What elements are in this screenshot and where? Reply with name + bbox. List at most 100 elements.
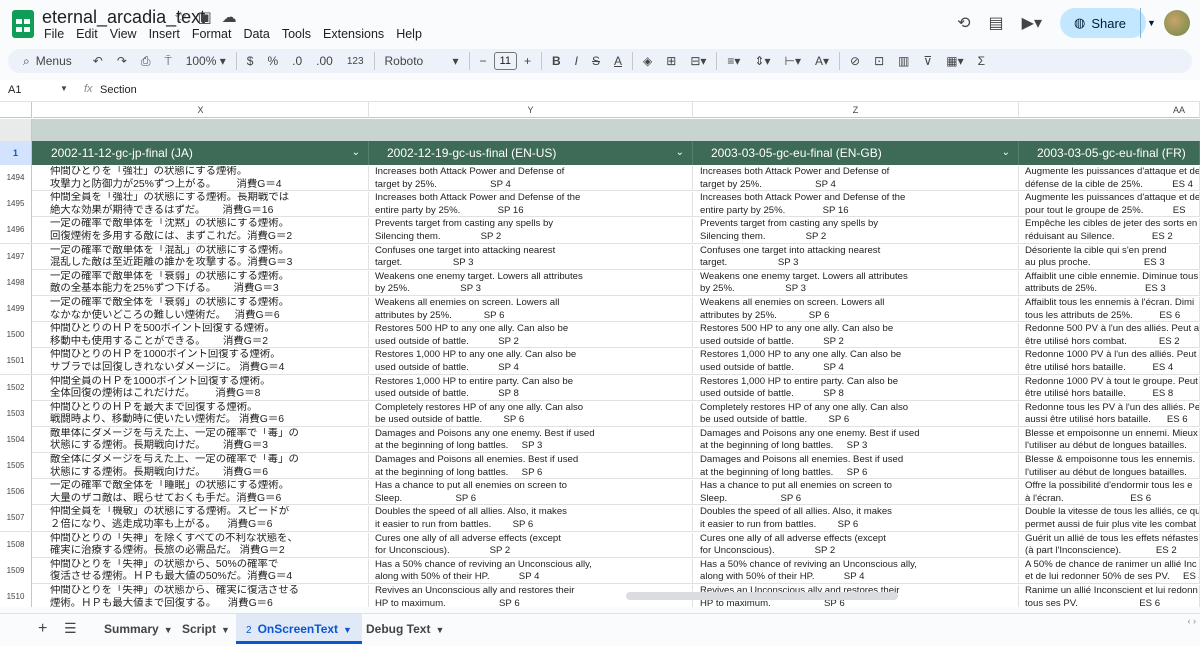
- increase-decimal-button[interactable]: .00: [309, 49, 340, 73]
- more-formats-button[interactable]: 123: [340, 49, 371, 73]
- redo-icon[interactable]: ↷: [110, 49, 134, 73]
- cell-ja[interactable]: 仲間ひとりを「失神」の状態から、確実に復活させる 煙術。ＨＰも最大値まで回復する…: [50, 585, 369, 607]
- row-header[interactable]: 1499: [0, 295, 32, 322]
- cell-fr[interactable]: Offre la possibilité d'endormir tous les…: [1025, 480, 1200, 506]
- row-header[interactable]: 1494: [0, 165, 32, 191]
- row-header[interactable]: 1503: [0, 400, 32, 427]
- menu-data[interactable]: Data: [243, 26, 269, 42]
- cell-fr[interactable]: Guérit un allié de tous les effets néfas…: [1025, 532, 1200, 558]
- avatar[interactable]: [1164, 10, 1190, 36]
- cell-fr[interactable]: Augmente les puissances d'attaque et de …: [1025, 192, 1200, 218]
- paint-format-icon[interactable]: ⍑: [158, 49, 179, 73]
- bold-icon[interactable]: B: [545, 49, 568, 73]
- name-box-caret-icon[interactable]: ▼: [60, 84, 68, 93]
- cell-en-us[interactable]: Weakens one enemy target. Lowers all att…: [375, 270, 693, 296]
- cell-en-gb[interactable]: Cures one ally of all adverse effects (e…: [700, 532, 1019, 558]
- cell-en-gb[interactable]: Has a chance to put all enemies on scree…: [700, 480, 1019, 506]
- cell-ja[interactable]: 一定の確率で敵単体を「沈黙」の状態にする煙術。 回復煙術を多用する敵には、まずこ…: [50, 218, 369, 244]
- cell-fr[interactable]: Redonne tous les PV à l'un des alliés. P…: [1025, 401, 1200, 427]
- column-header-z[interactable]: Z: [693, 102, 1019, 118]
- menu-file[interactable]: File: [44, 26, 64, 42]
- cell-fr[interactable]: Double la vitesse de tous les alliés, ce…: [1025, 506, 1200, 532]
- star-icon[interactable]: ☆: [174, 8, 187, 26]
- row-header[interactable]: 1497: [0, 243, 32, 270]
- tab-summary[interactable]: Summary ▼: [94, 614, 183, 644]
- cell-fr[interactable]: Ranime un allié Inconscient et lui redon…: [1025, 585, 1200, 607]
- cell-ja[interactable]: 仲間ひとりを「強壮」の状態にする煙術。 攻撃力と防御力が25%ずつ上がる。 消費…: [50, 166, 369, 191]
- cell-ja[interactable]: 仲間ひとりのＨＰを1000ポイント回復する煙術。 サブラでは回復しきれないダメー…: [50, 349, 369, 375]
- cell-fr[interactable]: Redonne 500 PV à l'un des alliés. Peut a…: [1025, 323, 1200, 349]
- font-size-input[interactable]: 11: [493, 52, 517, 70]
- header-cell-en-us[interactable]: 2002-12-19-gc-us-final (EN-US) ⌄: [369, 141, 693, 165]
- cell-en-gb[interactable]: Prevents target from casting any spells …: [700, 218, 1019, 244]
- select-all-corner[interactable]: [0, 102, 32, 118]
- menu-tools[interactable]: Tools: [282, 26, 311, 42]
- cell-fr[interactable]: Redonne 1000 PV à l'un des alliés. Peut …: [1025, 349, 1200, 375]
- cell-ja[interactable]: 一定の確率で敵単体を「衰弱」の状態にする煙術。 敵の全基本能力を25%ずつ下げる…: [50, 270, 369, 296]
- column-header-x[interactable]: X: [33, 102, 369, 118]
- vertical-align-icon[interactable]: ⇕▾: [747, 49, 777, 73]
- cell-ja[interactable]: 仲間ひとりのＨＰを500ポイント回復する煙術。 移動中も使用することができる。 …: [50, 323, 369, 349]
- scroll-arrows-icon[interactable]: ‹ ›: [1188, 616, 1197, 626]
- decrease-font-size-icon[interactable]: −: [473, 49, 494, 73]
- cell-en-us[interactable]: Increases both Attack Power and Defense …: [375, 166, 693, 191]
- row-header[interactable]: 1496: [0, 217, 32, 244]
- cell-en-us[interactable]: Cures one ally of all adverse effects (e…: [375, 532, 693, 558]
- horizontal-scrollbar[interactable]: [626, 592, 898, 600]
- cell-ja[interactable]: 仲間ひとりを「失神」の状態から、50%の確率で 復活させる煙術。ＨＰも最大値の5…: [50, 558, 369, 584]
- meet-icon[interactable]: ▶▾: [1022, 13, 1042, 33]
- cell-fr[interactable]: A 50% de chance de ranimer un allié Inc …: [1025, 558, 1200, 584]
- row-header[interactable]: 1504: [0, 426, 32, 453]
- row-header[interactable]: 1: [0, 141, 32, 165]
- formula-input[interactable]: Section: [100, 84, 137, 96]
- cell-ja[interactable]: 一定の確率で敵全体を「衰弱」の状態にする煙術。 なかなか使いどころの難しい煙術だ…: [50, 296, 369, 322]
- italic-icon[interactable]: I: [568, 49, 585, 73]
- cell-ja[interactable]: 一定の確率で敵単体を「混乱」の状態にする煙術。 混乱した敵は至近距離の誰かを攻撃…: [50, 244, 369, 270]
- increase-font-size-icon[interactable]: +: [517, 49, 538, 73]
- cell-en-gb[interactable]: Restores 1,000 HP to any one ally. Can a…: [700, 349, 1019, 375]
- search-menus[interactable]: ⌕ Menus: [16, 49, 86, 73]
- cell-fr[interactable]: Blesse et empoisonne un ennemi. Mieux l'…: [1025, 427, 1200, 453]
- cell-en-gb[interactable]: Damages and Poisons any one enemy. Best …: [700, 427, 1019, 453]
- borders-icon[interactable]: ⊞: [659, 49, 683, 73]
- filter-dropdown-icon[interactable]: ⌄: [676, 141, 684, 165]
- strikethrough-icon[interactable]: S: [585, 49, 607, 73]
- cell-ja[interactable]: 仲間全員のＨＰを1000ポイント回復する煙術。 全体回復の煙術はこれだけだ。 消…: [50, 375, 369, 401]
- percent-button[interactable]: %: [260, 49, 285, 73]
- column-header-y[interactable]: Y: [369, 102, 693, 118]
- zoom-select[interactable]: 100% ▾: [179, 49, 233, 73]
- cell-en-us[interactable]: Damages and Poisons all enemies. Best if…: [375, 454, 693, 480]
- tab-script[interactable]: Script ▼: [172, 614, 240, 644]
- menu-insert[interactable]: Insert: [149, 26, 180, 42]
- cell-fr[interactable]: Redonne 1000 PV à tout le groupe. Peut ê…: [1025, 375, 1200, 401]
- functions-icon[interactable]: Σ: [971, 49, 992, 73]
- cell-fr[interactable]: Désoriente la cible qui s'en prend au pl…: [1025, 244, 1200, 270]
- history-icon[interactable]: ⟲: [957, 13, 970, 33]
- undo-icon[interactable]: ↶: [86, 49, 110, 73]
- merge-cells-icon[interactable]: ⊟▾: [683, 49, 713, 73]
- cell-fr[interactable]: Augmente les puissances d'attaque et de …: [1025, 166, 1200, 191]
- all-sheets-icon[interactable]: ☰: [64, 620, 77, 637]
- share-button[interactable]: ◍ Share ▼: [1060, 8, 1156, 38]
- header-cell-ja[interactable]: 2002-11-12-gc-jp-final (JA) ⌄: [33, 141, 369, 165]
- cell-en-us[interactable]: Has a chance to put all enemies on scree…: [375, 480, 693, 506]
- row-header[interactable]: 1501: [0, 348, 32, 375]
- cell-en-gb[interactable]: Doubles the speed of all allies. Also, i…: [700, 506, 1019, 532]
- cell-ja[interactable]: 仲間ひとりの「失神」を除くすべての不利な状態を、 確実に治療する煙術。長旅の必需…: [50, 532, 369, 558]
- cell-en-us[interactable]: Confuses one target into attacking neare…: [375, 244, 693, 270]
- text-wrapping-icon[interactable]: ⊢▾: [778, 49, 808, 73]
- row-header[interactable]: 1505: [0, 453, 32, 480]
- cell-en-us[interactable]: Doubles the speed of all allies. Also, i…: [375, 506, 693, 532]
- cell-en-us[interactable]: Restores 1,000 HP to any one ally. Can a…: [375, 349, 693, 375]
- tab-debug-text[interactable]: Debug Text ▼: [356, 614, 454, 644]
- cell-en-gb[interactable]: Restores 1,000 HP to entire party. Can a…: [700, 375, 1019, 401]
- cell-en-us[interactable]: Damages and Poisons any one enemy. Best …: [375, 427, 693, 453]
- row-header[interactable]: 1509: [0, 557, 32, 584]
- sheet-grid[interactable]: X Y Z AA 1 2002-11-12-gc-jp-final (JA) ⌄ …: [0, 102, 1200, 607]
- row-header[interactable]: 1498: [0, 269, 32, 296]
- row-header[interactable]: 1507: [0, 505, 32, 532]
- cell-en-us[interactable]: Increases both Attack Power and Defense …: [375, 192, 693, 218]
- cell-en-gb[interactable]: Weakens one enemy target. Lowers all att…: [700, 270, 1019, 296]
- menu-format[interactable]: Format: [192, 26, 232, 42]
- header-cell-en-gb[interactable]: 2003-03-05-gc-eu-final (EN-GB) ⌄: [693, 141, 1019, 165]
